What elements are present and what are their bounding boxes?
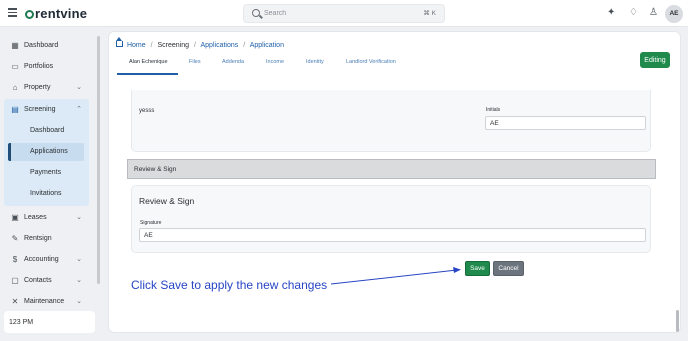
initials-label: Initials: [486, 107, 501, 113]
tab-landlord-verification[interactable]: Landlord Verification: [346, 59, 396, 65]
review-sign-heading: Review & Sign: [139, 196, 195, 206]
avatar[interactable]: AE: [665, 5, 683, 23]
contacts-icon: ▢: [11, 276, 19, 285]
lease-icon: ▣: [11, 213, 19, 222]
chevron-down-icon: ⌄: [76, 256, 82, 263]
sidebar-item-accounting[interactable]: $ Accounting ⌄: [4, 252, 88, 269]
sidebar-item-property[interactable]: ⌂ Property ⌄: [4, 80, 88, 97]
initials-field[interactable]: [485, 116, 646, 130]
folder-icon: ▭: [11, 62, 19, 71]
top-bar: rentvine ⌘ K ✦ ♢ ♙ AE: [0, 0, 688, 27]
tab-addenda[interactable]: Addenda: [222, 59, 244, 65]
chart-icon: ⌂: [12, 83, 18, 92]
menu-icon[interactable]: [8, 8, 17, 17]
sidebar-sub-payments[interactable]: Payments: [8, 164, 84, 182]
notification-bell-icon[interactable]: ♢: [629, 8, 638, 18]
wrench-icon: ✕: [11, 297, 19, 306]
logo-mark-icon: [25, 10, 34, 19]
sidebar-item-leases[interactable]: ▣ Leases ⌄: [4, 210, 88, 227]
cancel-button[interactable]: Cancel: [493, 261, 524, 276]
form-text-value: yesss: [139, 108, 155, 114]
sidebar-scrollbar[interactable]: [97, 36, 100, 284]
breadcrumb-home[interactable]: Home: [127, 42, 146, 49]
annotation-arrow: [330, 267, 461, 285]
chevron-down-icon: ⌄: [76, 214, 82, 221]
review-sign-card: Review & Sign Signature: [131, 185, 651, 253]
breadcrumb: Home / Screening / Applications / Applic…: [116, 37, 284, 49]
document-icon: ▤: [11, 105, 19, 114]
chevron-up-icon: ⌃: [76, 106, 82, 113]
chevron-down-icon: ⌄: [76, 298, 82, 305]
app-logo[interactable]: rentvine: [25, 6, 87, 21]
annotation-text: Click Save to apply the new changes: [131, 278, 328, 292]
sidebar-sub-dashboard[interactable]: Dashboard: [8, 122, 84, 140]
sidebar-item-maintenance[interactable]: ✕ Maintenance ⌄: [4, 294, 88, 311]
chevron-down-icon: ⌄: [76, 277, 82, 284]
form-card: yesss Initials: [131, 90, 651, 152]
user-icon[interactable]: ♙: [649, 8, 658, 18]
dollar-icon: $: [12, 255, 18, 264]
breadcrumb-screening[interactable]: Screening: [158, 42, 190, 49]
tab-income[interactable]: Income: [266, 59, 284, 65]
breadcrumb-application[interactable]: Application: [250, 42, 284, 49]
tab-identity[interactable]: Identity: [306, 59, 324, 65]
sidebar-item-portfolios[interactable]: ▭ Portfolios: [4, 59, 88, 76]
sidebar-item-screening[interactable]: ▤ Screening ⌃: [4, 102, 88, 119]
section-header-review-sign[interactable]: Review & Sign: [127, 159, 656, 179]
editing-button[interactable]: Editing: [640, 52, 670, 68]
sidebar-item-contacts[interactable]: ▢ Contacts ⌄: [4, 273, 88, 290]
search-box[interactable]: ⌘ K: [243, 4, 445, 23]
active-tab-indicator: [117, 73, 178, 75]
breadcrumb-applications[interactable]: Applications: [201, 42, 239, 49]
sidebar-sub-applications[interactable]: Applications: [8, 143, 84, 161]
dashboard-icon: ▦: [11, 41, 19, 50]
signature-label: Signature: [140, 220, 162, 226]
time-box: 123 PM: [4, 311, 95, 333]
tab-files[interactable]: Files: [189, 59, 201, 65]
sidebar-item-rentsign[interactable]: ✎ Rentsign: [4, 231, 88, 248]
sidebar-sub-invitations[interactable]: Invitations: [8, 185, 84, 203]
sparkle-icon[interactable]: ✦: [607, 8, 615, 18]
main-scrollbar[interactable]: [676, 310, 679, 332]
main-panel: Home / Screening / Applications / Applic…: [108, 31, 681, 333]
search-shortcut: ⌘ K: [423, 10, 436, 17]
tab-alan-echenique[interactable]: Alan Echenique: [129, 59, 168, 65]
sign-icon: ✎: [11, 234, 19, 243]
signature-field[interactable]: [139, 228, 646, 242]
search-icon: [252, 9, 260, 17]
home-icon[interactable]: [116, 37, 123, 47]
chevron-down-icon: ⌄: [76, 84, 82, 91]
sidebar-item-dashboard[interactable]: ▦ Dashboard: [4, 38, 88, 55]
search-input[interactable]: [264, 7, 414, 20]
